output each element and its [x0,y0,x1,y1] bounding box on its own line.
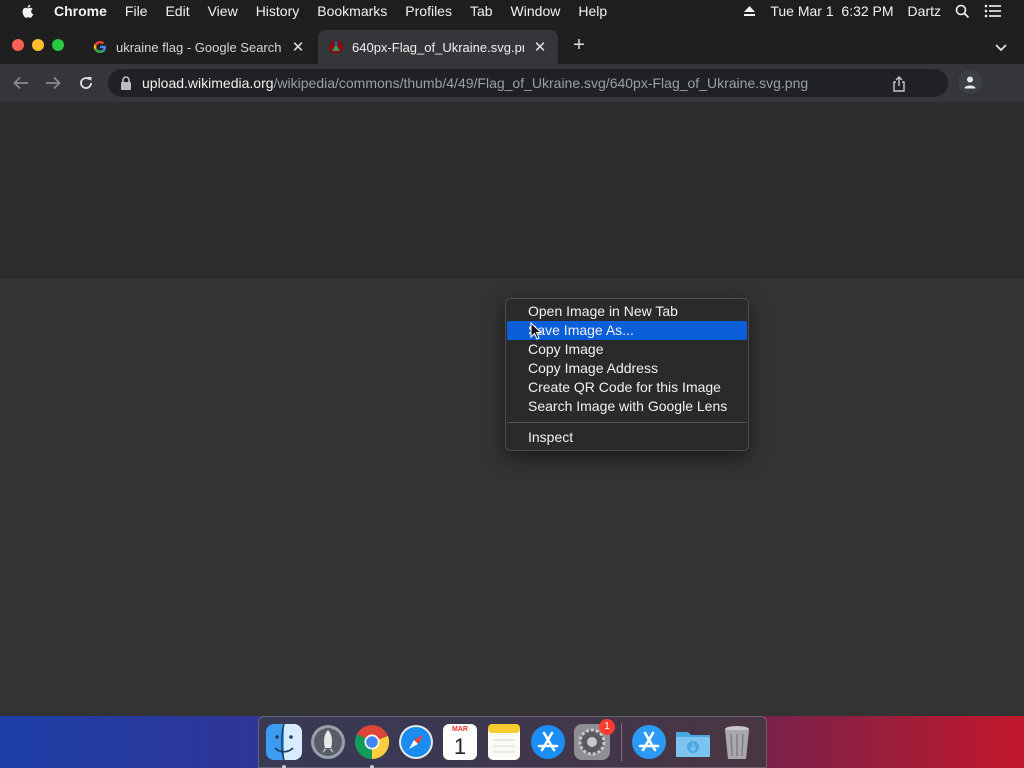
finder-icon[interactable] [265,723,303,768]
menu-create-qr-code[interactable]: Create QR Code for this Image [507,378,747,397]
eject-icon[interactable] [743,5,756,17]
wikimedia-icon [328,39,344,55]
url-path: /wikipedia/commons/thumb/4/49/Flag_of_Uk… [273,75,809,91]
launchpad-icon[interactable] [309,723,347,761]
tab-flag-image[interactable]: 640px-Flag_of_Ukraine.svg.png ✕ [318,30,558,64]
forward-button[interactable] [44,74,62,92]
profile-button[interactable] [958,70,982,94]
menu-app-name[interactable]: Chrome [54,3,107,19]
menu-edit[interactable]: Edit [165,3,189,19]
chrome-icon[interactable] [353,723,391,768]
back-button[interactable] [12,74,30,92]
trash-icon[interactable] [718,723,756,761]
reload-button[interactable] [77,74,95,92]
menu-file[interactable]: File [125,3,148,19]
menu-separator [507,422,747,423]
new-tab-button[interactable]: + [570,35,588,55]
menu-search-google-lens[interactable]: Search Image with Google Lens [507,397,747,416]
spotlight-search-icon[interactable] [955,4,970,19]
share-icon[interactable] [892,76,906,92]
tab-title: ukraine flag - Google Search [116,39,282,55]
image-area[interactable] [0,102,1024,278]
calendar-day: 1 [453,734,467,759]
close-tab-icon[interactable]: ✕ [532,39,548,56]
menu-bar: Chrome File Edit View History Bookmarks … [0,0,1024,22]
menu-save-image-as[interactable]: Save Image As... [507,321,747,340]
context-menu: Open Image in New Tab Save Image As... C… [505,298,749,451]
tab-google-search[interactable]: ukraine flag - Google Search ✕ [82,30,316,64]
mouse-cursor-icon [530,322,542,340]
system-preferences-icon[interactable]: 1 [573,719,615,761]
menu-copy-image-address[interactable]: Copy Image Address [507,359,747,378]
menu-profiles[interactable]: Profiles [405,3,452,19]
menu-help[interactable]: Help [578,3,607,19]
calendar-month: MAR [452,726,468,733]
person-icon [964,76,976,89]
minimize-window-button[interactable] [32,39,44,51]
calendar-icon[interactable]: MAR 1 [441,723,479,761]
back-arrow-icon [13,76,28,90]
notification-badge: 1 [599,719,615,735]
tab-strip: ukraine flag - Google Search ✕ 640px-Fla… [0,22,1024,64]
menu-inspect[interactable]: Inspect [507,428,747,447]
zoom-window-button[interactable] [52,39,64,51]
lock-icon[interactable] [120,76,132,90]
reload-icon [80,77,92,89]
menu-open-image-new-tab[interactable]: Open Image in New Tab [507,302,747,321]
tab-title: 640px-Flag_of_Ukraine.svg.png [352,39,524,55]
app-store-folder-icon[interactable] [630,723,668,761]
menu-user[interactable]: Dartz [908,3,941,19]
menu-clock[interactable]: Tue Mar 1 6:32 PM [770,3,893,19]
dock: MAR 1 1 [258,716,767,768]
google-icon [92,39,108,55]
safari-icon[interactable] [397,723,435,761]
app-store-icon[interactable] [529,723,567,761]
url-host: upload.wikimedia.org [142,75,274,91]
forward-arrow-icon [46,76,61,90]
toolbar: upload.wikimedia.org/wikipedia/commons/t… [0,64,1024,102]
menu-copy-image[interactable]: Copy Image [507,340,747,359]
dock-divider [621,723,622,761]
apple-icon[interactable] [20,3,36,19]
address-bar[interactable]: upload.wikimedia.org/wikipedia/commons/t… [108,69,948,97]
menu-window[interactable]: Window [511,3,561,19]
close-tab-icon[interactable]: ✕ [290,39,306,56]
close-window-button[interactable] [12,39,24,51]
control-center-icon[interactable] [984,4,1002,18]
menu-history[interactable]: History [256,3,300,19]
menu-tab[interactable]: Tab [470,3,493,19]
menu-bookmarks[interactable]: Bookmarks [317,3,387,19]
chevron-down-icon[interactable] [994,40,1008,54]
menu-view[interactable]: View [208,3,238,19]
notes-icon[interactable] [485,723,523,761]
downloads-folder-icon[interactable] [674,723,712,761]
